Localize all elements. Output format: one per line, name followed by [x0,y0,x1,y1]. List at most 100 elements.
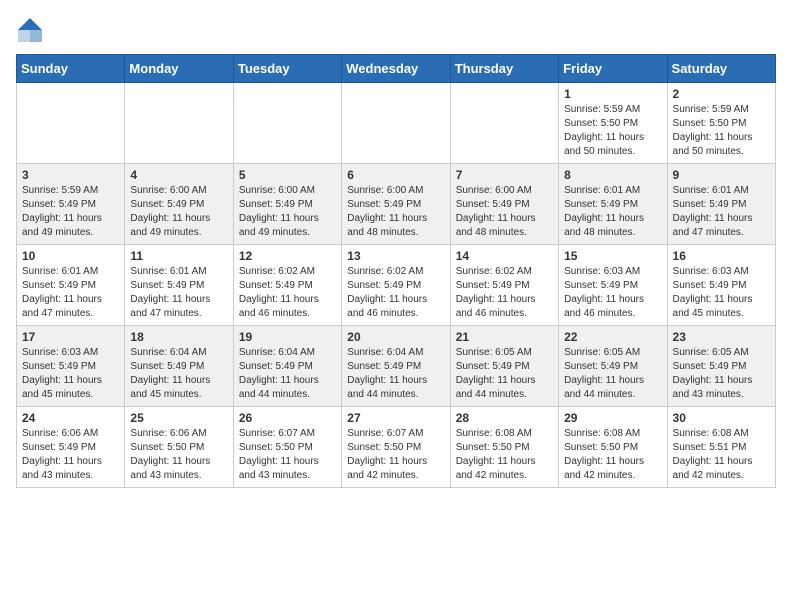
day-number: 27 [347,411,444,425]
weekday-header-friday: Friday [559,55,667,83]
calendar-cell: 10Sunrise: 6:01 AM Sunset: 5:49 PM Dayli… [17,245,125,326]
calendar-cell: 27 Sunrise: 6:07 AM Sunset: 5:50 PM Dayli… [342,407,450,488]
weekday-header-saturday: Saturday [667,55,775,83]
day-info: Sunrise: 6:01 AM Sunset: 5:49 PM Dayligh… [130,265,227,321]
day-info: Sunrise: 6:06 AM Sunset: 5:50 PM Dayligh… [130,427,227,483]
day-number: 9 [673,168,770,182]
calendar-cell: 19 Sunrise: 6:04 AM Sunset: 5:49 PM Dayli… [233,326,341,407]
day-number: 26 [239,411,336,425]
day-number: 20 [347,330,444,344]
day-number: 30 [673,411,770,425]
day-number: 23 [673,330,770,344]
day-number: 5 [239,168,336,182]
day-info: Sunrise: 6:04 AM Sunset: 5:49 PM Dayligh… [239,346,336,402]
week-row-2: 10Sunrise: 6:01 AM Sunset: 5:49 PM Dayli… [17,245,776,326]
logo [16,16,48,44]
calendar-cell: 12 Sunrise: 6:02 AM Sunset: 5:49 PM Dayli… [233,245,341,326]
calendar-cell: 9 Sunrise: 6:01 AM Sunset: 5:49 PM Daylig… [667,164,775,245]
day-info: Sunrise: 6:03 AM Sunset: 5:49 PM Dayligh… [564,265,661,321]
week-row-0: 1 Sunrise: 5:59 AM Sunset: 5:50 PM Daylig… [17,83,776,164]
day-number: 18 [130,330,227,344]
calendar-cell: 16 Sunrise: 6:03 AM Sunset: 5:49 PM Dayli… [667,245,775,326]
calendar-cell [450,83,558,164]
weekday-header-tuesday: Tuesday [233,55,341,83]
day-number: 12 [239,249,336,263]
calendar-cell: 28Sunrise: 6:08 AM Sunset: 5:50 PM Dayli… [450,407,558,488]
day-info: Sunrise: 6:01 AM Sunset: 5:49 PM Dayligh… [673,184,770,240]
weekday-header-monday: Monday [125,55,233,83]
calendar-cell: 22 Sunrise: 6:05 AM Sunset: 5:49 PM Dayli… [559,326,667,407]
day-info: Sunrise: 6:01 AM Sunset: 5:49 PM Dayligh… [564,184,661,240]
day-info: Sunrise: 6:04 AM Sunset: 5:49 PM Dayligh… [347,346,444,402]
calendar-cell [233,83,341,164]
day-number: 25 [130,411,227,425]
day-info: Sunrise: 6:02 AM Sunset: 5:49 PM Dayligh… [456,265,553,321]
day-number: 17 [22,330,119,344]
day-info: Sunrise: 6:01 AM Sunset: 5:49 PM Dayligh… [22,265,119,321]
week-row-3: 17 Sunrise: 6:03 AM Sunset: 5:49 PM Dayli… [17,326,776,407]
day-info: Sunrise: 6:00 AM Sunset: 5:49 PM Dayligh… [456,184,553,240]
day-number: 22 [564,330,661,344]
calendar-cell: 4Sunrise: 6:00 AM Sunset: 5:49 PM Daylig… [125,164,233,245]
calendar-cell: 17 Sunrise: 6:03 AM Sunset: 5:49 PM Dayli… [17,326,125,407]
calendar-cell: 23 Sunrise: 6:05 AM Sunset: 5:49 PM Dayli… [667,326,775,407]
week-row-4: 24Sunrise: 6:06 AM Sunset: 5:49 PM Dayli… [17,407,776,488]
day-info: Sunrise: 6:08 AM Sunset: 5:50 PM Dayligh… [564,427,661,483]
day-info: Sunrise: 5:59 AM Sunset: 5:50 PM Dayligh… [673,103,770,159]
calendar-cell: 8 Sunrise: 6:01 AM Sunset: 5:49 PM Daylig… [559,164,667,245]
day-info: Sunrise: 6:04 AM Sunset: 5:49 PM Dayligh… [130,346,227,402]
day-number: 7 [456,168,553,182]
calendar-cell: 25 Sunrise: 6:06 AM Sunset: 5:50 PM Dayli… [125,407,233,488]
calendar-cell: 6 Sunrise: 6:00 AM Sunset: 5:49 PM Daylig… [342,164,450,245]
weekday-header-wednesday: Wednesday [342,55,450,83]
calendar-cell: 15 Sunrise: 6:03 AM Sunset: 5:49 PM Dayli… [559,245,667,326]
day-info: Sunrise: 6:02 AM Sunset: 5:49 PM Dayligh… [239,265,336,321]
page: SundayMondayTuesdayWednesdayThursdayFrid… [0,0,792,500]
calendar-cell: 7 Sunrise: 6:00 AM Sunset: 5:49 PM Daylig… [450,164,558,245]
day-number: 14 [456,249,553,263]
day-info: Sunrise: 6:00 AM Sunset: 5:49 PM Dayligh… [239,184,336,240]
calendar-cell: 29 Sunrise: 6:08 AM Sunset: 5:50 PM Dayli… [559,407,667,488]
day-info: Sunrise: 6:08 AM Sunset: 5:51 PM Dayligh… [673,427,770,483]
day-info: Sunrise: 6:05 AM Sunset: 5:49 PM Dayligh… [673,346,770,402]
day-info: Sunrise: 5:59 AM Sunset: 5:49 PM Dayligh… [22,184,119,240]
day-number: 11 [130,249,227,263]
day-info: Sunrise: 6:03 AM Sunset: 5:49 PM Dayligh… [22,346,119,402]
calendar-cell: 24Sunrise: 6:06 AM Sunset: 5:49 PM Dayli… [17,407,125,488]
calendar-cell [17,83,125,164]
header [16,16,776,44]
day-number: 15 [564,249,661,263]
calendar-cell [125,83,233,164]
day-number: 19 [239,330,336,344]
weekday-header-thursday: Thursday [450,55,558,83]
logo-icon [16,16,44,44]
calendar-cell: 1Sunrise: 5:59 AM Sunset: 5:50 PM Daylig… [559,83,667,164]
day-number: 16 [673,249,770,263]
calendar-cell: 14 Sunrise: 6:02 AM Sunset: 5:49 PM Dayli… [450,245,558,326]
day-info: Sunrise: 6:00 AM Sunset: 5:49 PM Dayligh… [130,184,227,240]
calendar-cell: 11 Sunrise: 6:01 AM Sunset: 5:49 PM Dayli… [125,245,233,326]
day-info: Sunrise: 6:00 AM Sunset: 5:49 PM Dayligh… [347,184,444,240]
day-number: 8 [564,168,661,182]
weekday-header-sunday: Sunday [17,55,125,83]
day-number: 29 [564,411,661,425]
week-row-1: 3 Sunrise: 5:59 AM Sunset: 5:49 PM Daylig… [17,164,776,245]
day-number: 3 [22,168,119,182]
day-info: Sunrise: 6:03 AM Sunset: 5:49 PM Dayligh… [673,265,770,321]
calendar-cell: 26Sunrise: 6:07 AM Sunset: 5:50 PM Dayli… [233,407,341,488]
day-number: 13 [347,249,444,263]
calendar-cell: 2 Sunrise: 5:59 AM Sunset: 5:50 PM Daylig… [667,83,775,164]
day-number: 28 [456,411,553,425]
calendar-table: SundayMondayTuesdayWednesdayThursdayFrid… [16,54,776,488]
calendar-cell: 13 Sunrise: 6:02 AM Sunset: 5:49 PM Dayli… [342,245,450,326]
day-info: Sunrise: 6:02 AM Sunset: 5:49 PM Dayligh… [347,265,444,321]
day-info: Sunrise: 6:07 AM Sunset: 5:50 PM Dayligh… [347,427,444,483]
calendar-cell: 18 Sunrise: 6:04 AM Sunset: 5:49 PM Dayli… [125,326,233,407]
calendar-cell: 21Sunrise: 6:05 AM Sunset: 5:49 PM Dayli… [450,326,558,407]
calendar-cell: 3 Sunrise: 5:59 AM Sunset: 5:49 PM Daylig… [17,164,125,245]
day-number: 1 [564,87,661,101]
day-number: 6 [347,168,444,182]
day-info: Sunrise: 6:05 AM Sunset: 5:49 PM Dayligh… [564,346,661,402]
calendar-cell [342,83,450,164]
day-number: 2 [673,87,770,101]
